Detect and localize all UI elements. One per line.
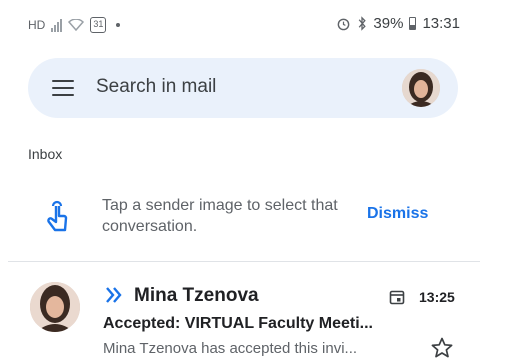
- mail-snippet: Mina Tzenova has accepted this invi...: [103, 340, 358, 357]
- alarm-icon: [338, 18, 350, 31]
- status-time: 13:31: [422, 15, 460, 32]
- mail-subject: Accepted: VIRTUAL Faculty Meeti...: [103, 315, 373, 332]
- dismiss-button[interactable]: Dismiss: [367, 205, 428, 223]
- account-avatar[interactable]: [402, 69, 440, 107]
- search-bar[interactable]: Search in mail: [28, 58, 458, 118]
- network-label: HD: [28, 18, 46, 32]
- status-bar-left: HD 31: [28, 17, 121, 33]
- importance-marker-icon: [106, 287, 122, 303]
- mail-list-item[interactable]: Mina Tzenova 13:25 Accepted: VIRTUAL Fac…: [0, 270, 480, 358]
- status-bar: HD 31 39% 13:31: [0, 0, 480, 50]
- tap-gesture-icon: [47, 200, 68, 232]
- battery-icon: [409, 17, 417, 30]
- star-icon[interactable]: [430, 336, 454, 358]
- wifi-icon: [68, 19, 85, 31]
- notification-dot: [116, 23, 121, 27]
- bluetooth-icon: [359, 16, 367, 31]
- battery-percent: 39%: [373, 15, 404, 32]
- search-input[interactable]: Search in mail: [96, 76, 216, 98]
- mail-time: 13:25: [419, 289, 455, 305]
- sender-name: Mina Tzenova: [134, 285, 259, 306]
- divider: [8, 261, 480, 262]
- status-bar-right: 39% 13:31: [336, 15, 460, 32]
- mailbox-label: Inbox: [28, 146, 63, 162]
- sender-avatar[interactable]: [30, 282, 80, 332]
- menu-icon[interactable]: [52, 80, 74, 96]
- calendar-icon: [389, 290, 405, 305]
- calendar-notification-icon: 31: [90, 17, 107, 33]
- tip-text: Tap a sender image to select that conver…: [102, 197, 338, 235]
- signal-icon: [51, 18, 63, 32]
